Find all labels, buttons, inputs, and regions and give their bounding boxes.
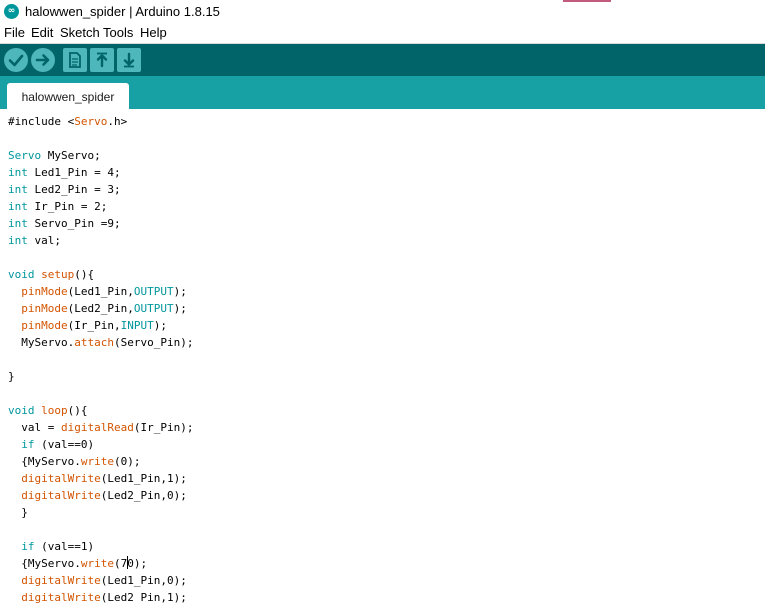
code-line[interactable]: digitalWrite(Led1_Pin,0);: [8, 572, 193, 589]
code-line[interactable]: pinMode(Ir_Pin,INPUT);: [8, 317, 193, 334]
code-line[interactable]: val = digitalRead(Ir_Pin);: [8, 419, 193, 436]
code-line[interactable]: MyServo.attach(Servo_Pin);: [8, 334, 193, 351]
code-line[interactable]: void setup(){: [8, 266, 193, 283]
code-line[interactable]: {MyServo.write(70);: [8, 555, 193, 572]
code-line[interactable]: Servo MyServo;: [8, 147, 193, 164]
code-line[interactable]: pinMode(Led2_Pin,OUTPUT);: [8, 300, 193, 317]
save-button[interactable]: [117, 48, 141, 72]
new-button[interactable]: [63, 48, 87, 72]
code-line[interactable]: [8, 249, 193, 266]
arrow-right-icon: [35, 54, 50, 66]
code-line[interactable]: if (val==0): [8, 436, 193, 453]
code-line[interactable]: [8, 351, 193, 368]
code-line[interactable]: [8, 521, 193, 538]
menu-bar: File Edit Sketch Tools Help: [0, 24, 765, 44]
tab-halowwen-spider[interactable]: halowwen_spider: [7, 83, 129, 109]
code-area[interactable]: #include <Servo.h> Servo MyServo; int Led1…: [8, 113, 193, 606]
menu-help[interactable]: Help: [140, 25, 167, 40]
code-line[interactable]: }: [8, 368, 193, 385]
code-line[interactable]: int Ir_Pin = 2;: [8, 198, 193, 215]
title-bar: ∞ halowwen_spider | Arduino 1.8.15: [0, 0, 765, 24]
file-icon: [69, 52, 81, 68]
window-accent: [563, 0, 611, 2]
code-editor[interactable]: #include <Servo.h> Servo MyServo; int Led1…: [0, 109, 765, 607]
arrow-down-icon: [123, 52, 135, 68]
menu-tools[interactable]: Tools: [103, 25, 133, 40]
code-line[interactable]: if (val==1): [8, 538, 193, 555]
code-line[interactable]: digitalWrite(Led2_Pin,0);: [8, 487, 193, 504]
code-line[interactable]: [8, 385, 193, 402]
code-line[interactable]: #include <Servo.h>: [8, 113, 193, 130]
code-line[interactable]: }: [8, 504, 193, 521]
code-line[interactable]: digitalWrite(Led2 Pin,1);: [8, 589, 193, 606]
check-icon: [8, 54, 24, 67]
menu-sketch[interactable]: Sketch: [60, 25, 100, 40]
code-line[interactable]: [8, 130, 193, 147]
code-line[interactable]: int Led1_Pin = 4;: [8, 164, 193, 181]
code-line[interactable]: void loop(){: [8, 402, 193, 419]
code-line[interactable]: digitalWrite(Led1_Pin,1);: [8, 470, 193, 487]
code-line[interactable]: int Servo_Pin =9;: [8, 215, 193, 232]
toolbar: [0, 44, 765, 76]
upload-button[interactable]: [31, 48, 55, 72]
menu-edit[interactable]: Edit: [31, 25, 53, 40]
code-line[interactable]: int Led2_Pin = 3;: [8, 181, 193, 198]
arrow-up-icon: [96, 52, 108, 68]
menu-file[interactable]: File: [4, 25, 25, 40]
window-title: halowwen_spider | Arduino 1.8.15: [25, 4, 220, 19]
tab-strip: halowwen_spider: [0, 76, 765, 109]
verify-button[interactable]: [4, 48, 28, 72]
code-line[interactable]: pinMode(Led1_Pin,OUTPUT);: [8, 283, 193, 300]
code-line[interactable]: {MyServo.write(0);: [8, 453, 193, 470]
code-line[interactable]: int val;: [8, 232, 193, 249]
open-button[interactable]: [90, 48, 114, 72]
text-caret: [126, 556, 128, 569]
arduino-logo-icon: ∞: [4, 4, 19, 19]
